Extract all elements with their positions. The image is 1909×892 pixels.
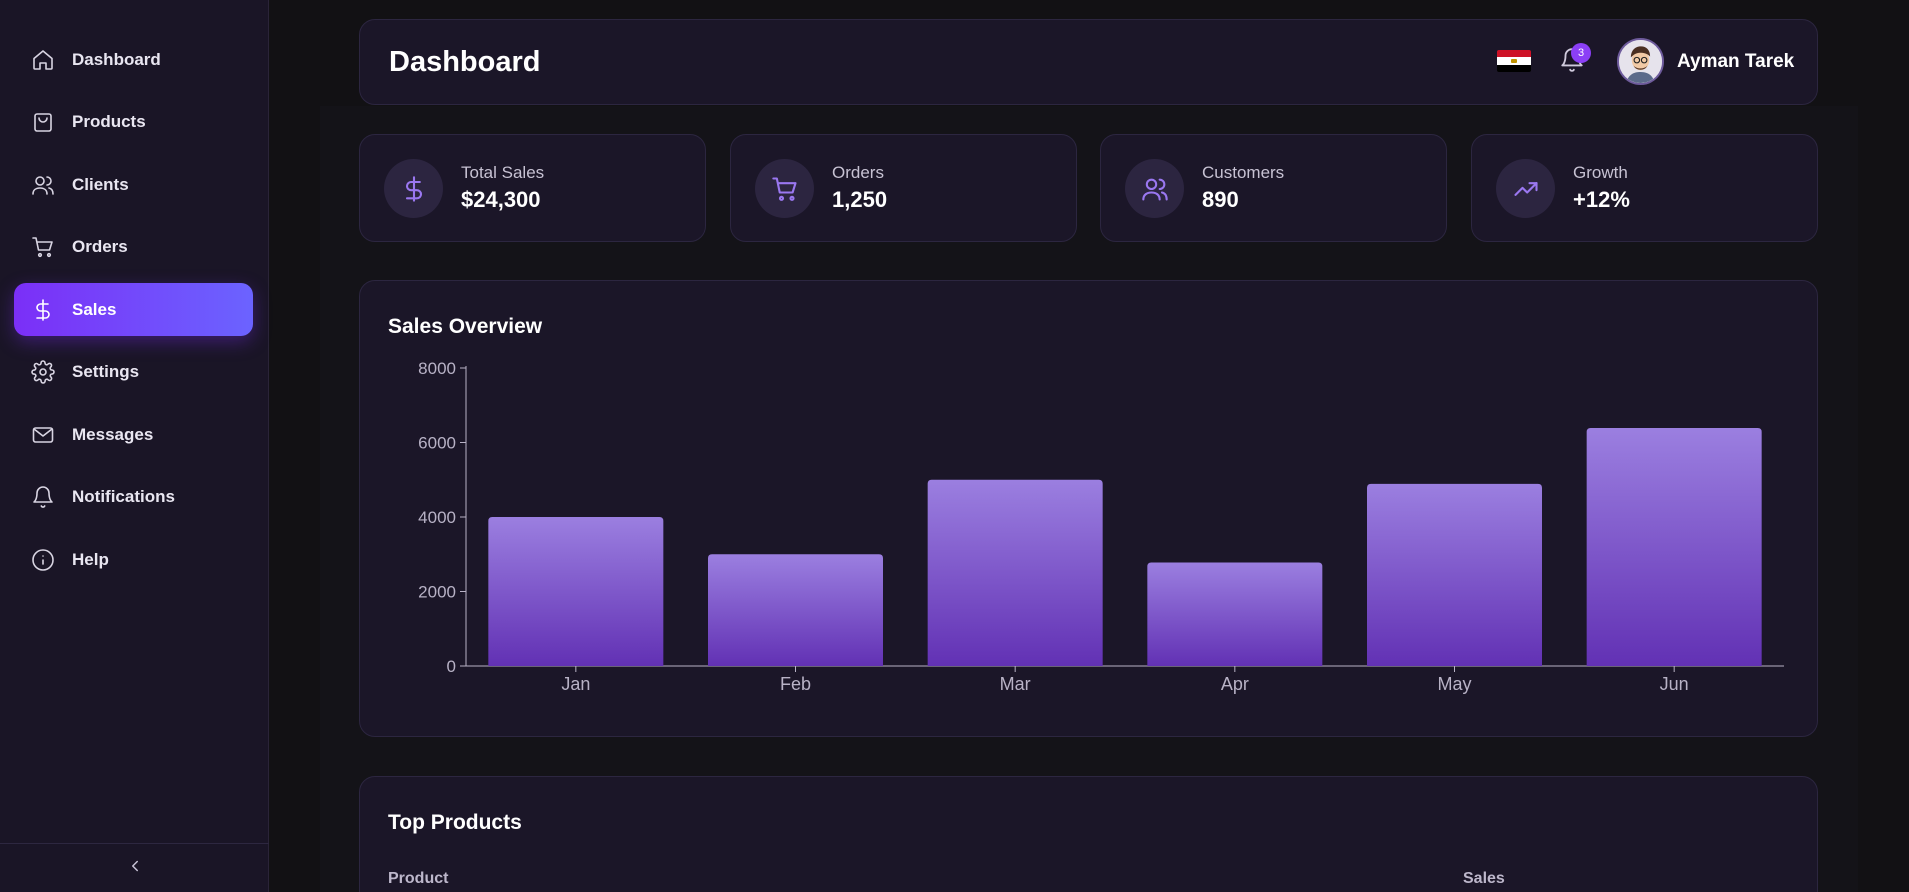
- page-title: Dashboard: [389, 46, 541, 78]
- bar-jun: [1586, 427, 1762, 666]
- y-tick-label: 4000: [418, 508, 456, 527]
- sidebar-item-label: Messages: [72, 424, 154, 444]
- sidebar-item-notifications[interactable]: Notifications: [14, 471, 253, 524]
- gear-icon: [30, 359, 56, 385]
- user-name[interactable]: Ayman Tarek: [1677, 51, 1794, 73]
- x-tick-label: Feb: [780, 674, 811, 694]
- cart-icon: [755, 159, 814, 218]
- sidebar-item-label: Products: [72, 112, 146, 131]
- sidebar-nav: Dashboard Products Clients Orders Sales …: [14, 33, 253, 596]
- stat-label: Growth: [1573, 163, 1628, 182]
- y-tick-label: 6000: [418, 434, 456, 453]
- x-tick-label: May: [1437, 674, 1471, 694]
- sidebar-item-clients[interactable]: Clients: [14, 158, 253, 211]
- sidebar-item-label: Dashboard: [72, 49, 161, 69]
- sidebar-item-products[interactable]: Products: [14, 96, 253, 149]
- sidebar-collapse-button[interactable]: [0, 843, 269, 892]
- stat-label: Customers: [1202, 163, 1285, 182]
- sidebar-item-label: Sales: [72, 299, 117, 319]
- chevron-left-icon: [126, 857, 144, 880]
- users-icon: [1125, 159, 1184, 218]
- sidebar: Dashboard Products Clients Orders Sales …: [0, 0, 269, 892]
- info-icon: [30, 547, 56, 573]
- sales-bar-chart: 0 2000 4000 6000 8000 Jan Feb Mar Apr May Jun: [418, 359, 1784, 694]
- stat-label: Orders: [832, 163, 884, 182]
- sidebar-item-messages[interactable]: Messages: [14, 408, 253, 461]
- bar-apr: [1147, 562, 1323, 666]
- sidebar-item-label: Clients: [72, 174, 129, 194]
- sidebar-item-sales[interactable]: Sales: [14, 283, 253, 336]
- stat-label: Total Sales: [461, 163, 545, 182]
- shopping-bag-icon: [30, 109, 56, 135]
- sidebar-item-settings[interactable]: Settings: [14, 346, 253, 399]
- y-tick-label: 8000: [418, 359, 456, 378]
- users-icon: [30, 172, 56, 198]
- dollar-icon: [384, 159, 443, 218]
- sidebar-item-dashboard[interactable]: Dashboard: [14, 33, 253, 86]
- stat-card-total-sales: Total Sales $24,300: [359, 134, 706, 242]
- top-header: Dashboard 3 Ayman Tarek: [359, 19, 1818, 105]
- top-products-title: Top Products: [388, 811, 522, 834]
- sidebar-item-help[interactable]: Help: [14, 533, 253, 586]
- trending-up-icon: [1496, 159, 1555, 218]
- y-tick-label: 0: [447, 657, 456, 676]
- stat-card-growth: Growth +12%: [1471, 134, 1818, 242]
- stat-value: +12%: [1573, 187, 1630, 212]
- x-tick-label: Jan: [561, 674, 590, 694]
- stat-card-customers: Customers 890: [1100, 134, 1447, 242]
- sidebar-item-label: Help: [72, 549, 109, 569]
- bell-icon: [30, 484, 56, 510]
- notification-count-badge: 3: [1571, 43, 1591, 63]
- y-tick-label: 2000: [418, 583, 456, 602]
- column-header-sales[interactable]: Sales: [1463, 870, 1505, 888]
- x-tick-label: Apr: [1221, 674, 1249, 694]
- stat-value: 890: [1202, 187, 1239, 212]
- column-header-product[interactable]: Product: [388, 870, 448, 888]
- bar-jan: [488, 517, 664, 666]
- mail-icon: [30, 422, 56, 448]
- dollar-icon: [30, 297, 56, 323]
- bar-feb: [708, 554, 883, 666]
- top-products-card: Top Products Product Sales: [359, 776, 1818, 892]
- sidebar-item-label: Orders: [72, 237, 128, 256]
- cart-icon: [30, 234, 56, 260]
- sidebar-item-label: Settings: [72, 362, 140, 381]
- x-tick-label: Mar: [1000, 674, 1031, 694]
- stat-value: 1,250: [832, 187, 888, 212]
- stat-value: $24,300: [461, 187, 541, 212]
- home-icon: [30, 47, 56, 73]
- avatar[interactable]: [1617, 38, 1664, 85]
- bar-may: [1367, 483, 1542, 666]
- sidebar-item-orders[interactable]: Orders: [14, 221, 253, 274]
- bar-mar: [927, 479, 1103, 666]
- sidebar-item-label: Notifications: [72, 487, 175, 506]
- x-tick-label: Jun: [1660, 674, 1689, 694]
- egypt-flag-icon[interactable]: [1497, 50, 1531, 72]
- stat-card-orders: Orders 1,250: [730, 134, 1077, 242]
- sales-overview-card: Sales Overview 0 2000 4000 6000 8000 Jan Feb Ma…: [359, 280, 1818, 737]
